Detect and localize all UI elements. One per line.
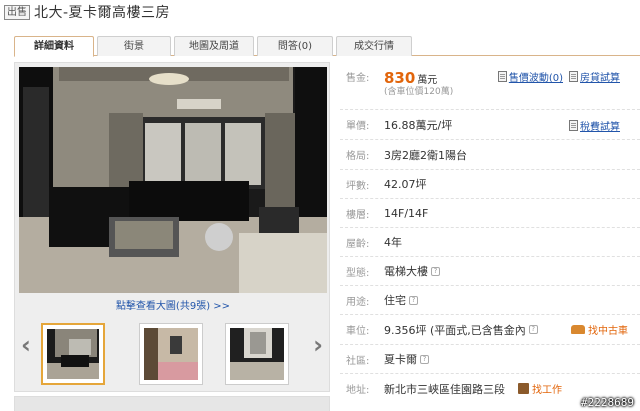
price-links: 售價波動(0) 房貸試算	[497, 69, 620, 84]
price-history-label: 售價波動(0)	[508, 73, 563, 84]
tax-links: 稅費試算	[569, 118, 620, 133]
layout-value: 3房2廳2衛1陽台	[384, 148, 467, 162]
unit-price-row: 單價: 16.88萬元/坪 稅費試算	[340, 110, 640, 140]
community-row: 社區: 夏卡爾 ?	[340, 345, 640, 374]
floor-row: 樓層: 14F/14F	[340, 199, 640, 228]
usage-value: 住宅	[384, 294, 406, 307]
next-arrow-icon[interactable]: ›	[313, 331, 323, 359]
age-row: 屋齡: 4年	[340, 228, 640, 257]
listing-header: 出售 北大-夏卡爾高樓三房	[4, 2, 170, 22]
find-job-label: 找工作	[532, 385, 562, 396]
tab-street-view[interactable]: 街景	[97, 36, 171, 56]
briefcase-icon	[518, 383, 529, 394]
view-all-photos-link[interactable]: 點擊查看大圖(共9張) >>	[15, 297, 331, 312]
living-room-photo	[19, 67, 327, 293]
tab-questions[interactable]: 問答(0)	[257, 36, 333, 56]
community-label: 社區:	[346, 355, 370, 367]
tab-map-surroundings[interactable]: 地圖及周道	[174, 36, 254, 56]
age-label: 屋齡:	[346, 238, 370, 250]
find-job-link[interactable]: 找工作	[518, 381, 562, 396]
parking-value: 9.356坪 (平面式,已含售金內	[384, 323, 526, 337]
watermark: #2228689	[581, 396, 634, 409]
layout-row: 格局: 3房2廳2衛1陽台	[340, 140, 640, 170]
type-label: 型態:	[346, 267, 370, 279]
floor-label: 樓層:	[346, 209, 370, 221]
help-icon[interactable]: ?	[528, 325, 538, 334]
car-icon	[571, 325, 585, 334]
detail-tabs: 詳細資料 街景 地圖及周道 問答(0) 成交行情	[14, 36, 640, 57]
type-value: 電梯大樓	[384, 265, 428, 278]
parking-row: 車位: 9.356坪 (平面式,已含售金內 ? 找中古車	[340, 315, 640, 345]
parking-label: 車位:	[346, 326, 370, 337]
document-icon	[569, 71, 578, 82]
age-value: 4年	[384, 236, 402, 249]
thumbnail-strip: ‹ ›	[15, 315, 331, 393]
main-photo[interactable]	[19, 67, 327, 293]
address-value: 新北市三峽區佳園路三段	[384, 382, 505, 396]
area-label: 坪數:	[346, 180, 370, 192]
thumbnail-1-photo	[47, 329, 99, 379]
prev-arrow-icon[interactable]: ‹	[21, 331, 31, 359]
tab-details[interactable]: 詳細資料	[14, 36, 94, 57]
price-label: 售金:	[346, 73, 370, 84]
unit-price-label: 單價:	[346, 121, 370, 132]
listing-details: 售金: 830 萬元 (含車位價120萬) 售價波動(0) 房貸試算 單價: 16…	[340, 62, 640, 403]
community-value: 夏卡爾	[384, 353, 417, 366]
photo-gallery: 點擊查看大圖(共9張) >> ‹ ›	[14, 62, 330, 392]
find-used-car-label: 找中古車	[588, 326, 628, 337]
help-icon[interactable]: ?	[431, 266, 440, 276]
address-label: 地址:	[346, 385, 370, 396]
usage-label: 用途:	[346, 296, 370, 308]
tax-calculator-link[interactable]: 稅費試算	[569, 118, 620, 133]
find-used-car-link[interactable]: 找中古車	[571, 322, 628, 337]
price-history-link[interactable]: 售價波動(0)	[497, 69, 563, 84]
tax-calculator-label: 稅費試算	[580, 122, 620, 133]
thumbnail-2[interactable]	[139, 323, 203, 385]
unit-price-value: 16.88萬元/坪	[384, 118, 453, 132]
type-row: 型態: 電梯大樓 ?	[340, 257, 640, 286]
document-icon	[569, 120, 578, 131]
help-icon[interactable]: ?	[409, 295, 418, 305]
layout-label: 格局:	[346, 151, 370, 162]
sale-badge: 出售	[4, 4, 30, 20]
tab-transaction-prices[interactable]: 成交行情	[336, 36, 412, 56]
floor-value: 14F/14F	[384, 206, 429, 220]
price-row: 售金: 830 萬元 (含車位價120萬) 售價波動(0) 房貸試算	[340, 62, 640, 110]
price-note: (含車位價120萬)	[384, 87, 454, 97]
page-title: 北大-夏卡爾高樓三房	[34, 5, 171, 21]
thumbnail-3[interactable]	[225, 323, 289, 385]
mortgage-calculator-label: 房貸試算	[580, 73, 620, 84]
usage-row: 用途: 住宅 ?	[340, 286, 640, 315]
document-icon	[497, 71, 507, 82]
help-icon[interactable]: ?	[420, 354, 429, 364]
mortgage-calculator-link[interactable]: 房貸試算	[569, 69, 620, 84]
gallery-bottom-bar	[14, 396, 330, 411]
thumbnail-3-photo	[230, 328, 284, 380]
area-row: 坪數: 42.07坪	[340, 170, 640, 199]
thumbnail-1[interactable]	[41, 323, 105, 385]
area-value: 42.07坪	[384, 178, 427, 191]
thumbnail-2-photo	[144, 328, 198, 380]
